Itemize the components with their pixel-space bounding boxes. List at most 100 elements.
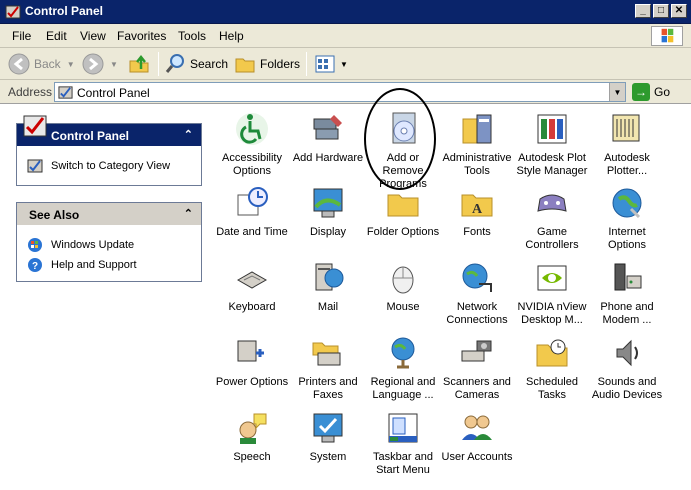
accessibility-icon [236,113,268,145]
address-label: Address [8,85,53,99]
address-dropdown-icon[interactable]: ▼ [609,83,625,101]
date-time-item[interactable]: Date and Time [212,185,292,239]
menu-help[interactable]: Help [219,29,244,43]
display-item[interactable]: Display [288,185,368,239]
item-label: Autodesk Plot Style Manager [516,152,588,177]
item-label: Display [309,226,347,238]
forward-button[interactable]: ▼ [82,52,118,76]
scanners-cameras-icon [461,340,492,362]
mouse-icon [392,266,414,294]
control-panel-header[interactable]: Control Panel ⌃ [17,115,201,146]
item-label: Accessibility Options [222,152,282,177]
speech-icon [239,413,267,444]
menu-edit[interactable]: Edit [46,29,67,43]
search-button[interactable]: Search [164,52,228,76]
regional-language-item[interactable]: Regional and Language ... [363,335,443,402]
autodesk-plot-style-icon [537,114,567,144]
nvidia-nview-item[interactable]: NVIDIA nView Desktop M... [512,260,592,327]
autodesk-plotter-item[interactable]: Autodesk Plotter... [587,111,667,178]
back-dropdown-icon[interactable]: ▼ [67,60,75,69]
see-also-header[interactable]: See Also ⌃ [17,203,201,225]
address-input[interactable]: Control Panel ▼ [54,82,626,102]
network-connections-icon [462,263,492,292]
item-label: Autodesk Plotter... [604,152,650,177]
game-controllers-item[interactable]: Game Controllers [512,185,592,252]
menu-favorites[interactable]: Favorites [117,29,166,43]
speech-item[interactable]: Speech [212,410,292,464]
folder-options-item[interactable]: Folder Options [363,185,443,239]
item-label: Speech [233,451,271,463]
views-icon [315,55,335,73]
mail-item[interactable]: Mail [288,260,368,314]
phone-modem-item[interactable]: Phone and Modem ... [587,260,667,327]
folder-options-icon [387,194,419,217]
item-label: Network Connections [446,301,508,326]
scanners-cameras-item[interactable]: Scanners and Cameras [437,335,517,402]
svg-text:?: ? [32,261,38,272]
search-label: Search [190,57,229,71]
item-label: Game Controllers [525,226,579,251]
autodesk-plot-style-manager-item[interactable]: Autodesk Plot Style Manager [512,111,592,178]
windows-logo-icon [651,26,683,46]
date-time-icon [237,187,268,216]
collapse-chevron-icon[interactable]: ⌃ [184,128,193,141]
autodesk-plotter-icon [612,114,640,142]
help-icon: ? [28,258,42,272]
item-label: Printers and Faxes [298,376,358,401]
switch-view-icon [27,159,43,173]
see-also-title: See Also [29,208,80,222]
maximize-button[interactable]: □ [653,4,669,18]
help-support-label: Help and Support [51,259,137,271]
switch-category-view-link[interactable]: Switch to Category View [17,156,201,176]
sounds-audio-devices-item[interactable]: Sounds and Audio Devices [587,335,667,402]
mail-icon [315,263,344,291]
menu-view[interactable]: View [80,29,106,43]
item-label: Fonts [463,226,491,238]
display-icon [313,188,343,218]
title-bar[interactable]: Control Panel _ □ ✕ [0,0,691,24]
item-label: Power Options [215,376,289,388]
system-icon [313,413,343,443]
search-icon [165,54,184,73]
control-panel-title: Control Panel [51,129,130,143]
item-label: User Accounts [441,451,513,463]
network-connections-item[interactable]: Network Connections [437,260,517,327]
address-value: Control Panel [77,86,150,100]
administrative-tools-item[interactable]: Administrative Tools [437,111,517,178]
windows-update-link[interactable]: Windows Update [17,235,201,255]
add-hardware-item[interactable]: Add Hardware [288,111,368,165]
user-accounts-item[interactable]: User Accounts [437,410,517,464]
printers-faxes-item[interactable]: Printers and Faxes [288,335,368,402]
collapse-chevron-icon[interactable]: ⌃ [184,207,193,220]
power-options-item[interactable]: Power Options [212,335,292,389]
scheduled-tasks-item[interactable]: Scheduled Tasks [512,335,592,402]
item-label: Add Hardware [292,152,364,164]
go-button[interactable]: → Go [632,83,670,101]
folders-button[interactable]: Folders [234,52,300,76]
close-button[interactable]: ✕ [671,4,687,18]
item-label: System [309,451,347,463]
switch-category-view-label: Switch to Category View [51,160,171,172]
system-item[interactable]: System [288,410,368,464]
forward-dropdown-icon[interactable]: ▼ [110,60,118,69]
accessibility-options-item[interactable]: Accessibility Options [212,111,292,178]
control-panel-large-icon [23,115,47,137]
taskbar-start-menu-item[interactable]: Taskbar and Start Menu [363,410,443,477]
mouse-item[interactable]: Mouse [363,260,443,314]
menu-tools[interactable]: Tools [178,29,206,43]
views-button[interactable]: ▼ [314,52,348,76]
fonts-item[interactable]: A Fonts [437,185,517,239]
windows-update-icon [28,238,42,252]
help-support-link[interactable]: ? Help and Support [17,255,201,275]
back-button[interactable]: Back ▼ [8,52,75,76]
internet-options-item[interactable]: Internet Options [587,185,667,252]
minimize-button[interactable]: _ [635,4,651,18]
scheduled-tasks-icon [536,339,568,367]
control-panel-items: Accessibility Options Add Hardware Add o… [210,105,691,490]
up-folder-button[interactable] [128,52,150,76]
menu-file[interactable]: File [12,29,31,43]
internet-options-icon [612,188,642,219]
keyboard-item[interactable]: Keyboard [212,260,292,314]
control-panel-box: Control Panel ⌃ Switch to Category View [16,115,202,186]
views-dropdown-icon[interactable]: ▼ [340,60,348,69]
